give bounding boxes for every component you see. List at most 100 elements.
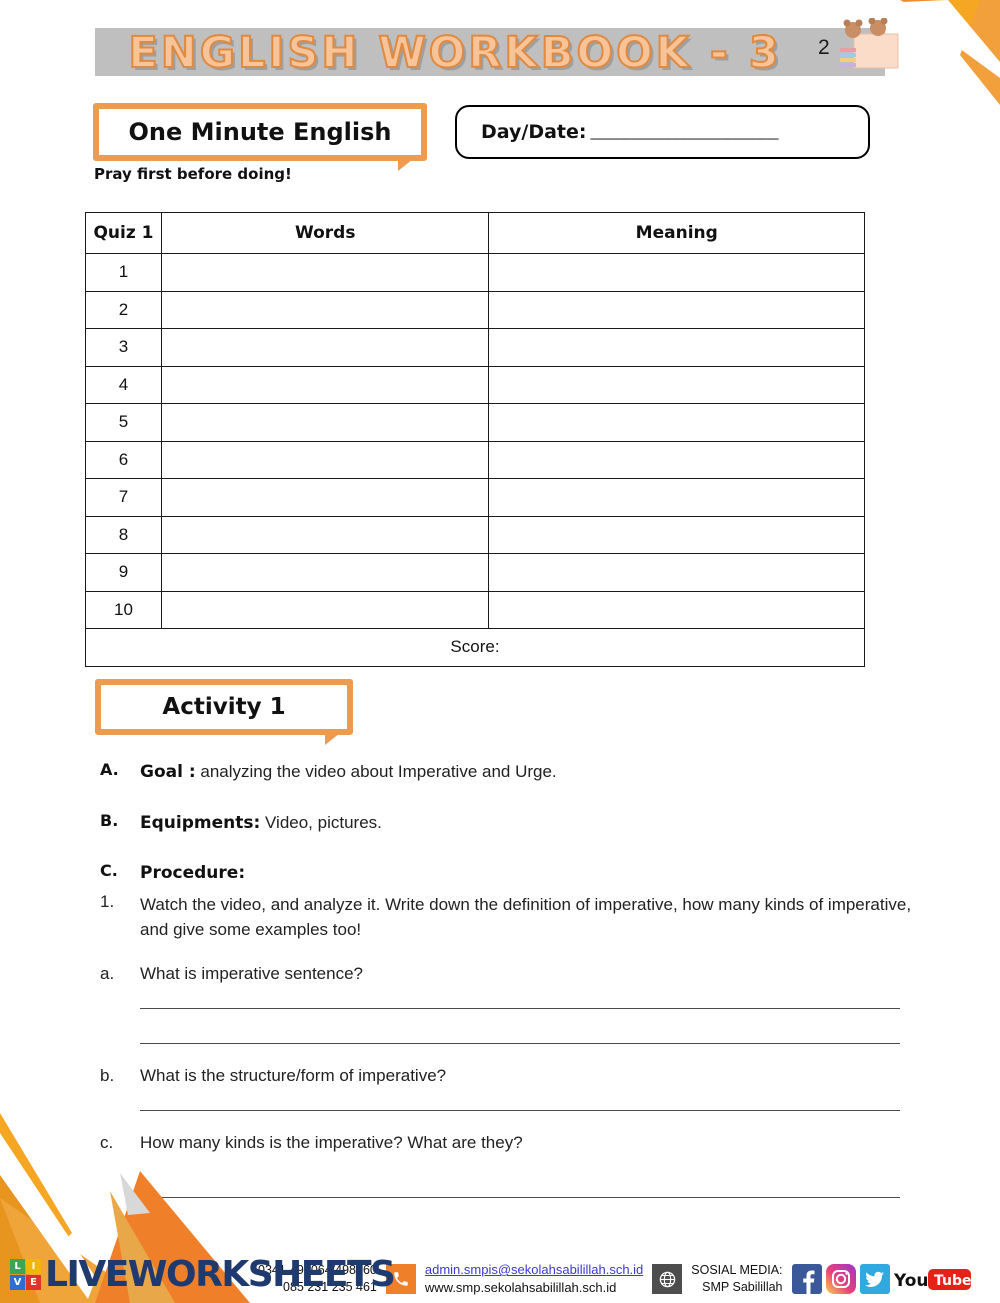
cell-meaning[interactable] (488, 365, 865, 404)
equipments-title: Equipments: (140, 812, 261, 833)
cell-meaning[interactable] (488, 403, 865, 442)
liveworksheets-logo: L I V E (10, 1259, 41, 1290)
page-title: ENGLISH WORKBOOK - 3 (127, 27, 782, 79)
row-number: 5 (85, 403, 162, 442)
answer-line-a2[interactable] (140, 1043, 900, 1045)
question-c-marker: c. (100, 1133, 114, 1153)
question-a-row: a. What is imperative sentence? (100, 964, 920, 984)
question-c-row: c. How many kinds is the imperative? Wha… (100, 1133, 920, 1153)
question-b-text: What is the structure/form of imperative… (140, 1066, 447, 1086)
score-label: Score: (85, 628, 865, 667)
question-c-text: How many kinds is the imperative? What a… (140, 1133, 523, 1153)
table-row: 4 (85, 365, 865, 404)
procedure-title: Procedure: (140, 863, 246, 884)
activity-procedure-row: C. Procedure: (100, 861, 920, 886)
activity-goal-row: A. Goal : analyzing the video about Impe… (100, 760, 920, 785)
activity-content: A. Goal : analyzing the video about Impe… (100, 760, 920, 1199)
liveworksheets-watermark: L I V E LIVEWORKSHEETS (10, 1254, 396, 1295)
one-minute-english-box: One Minute English (93, 103, 427, 161)
goal-text: analyzing the video about Imperative and… (195, 762, 557, 781)
contact-lines: admin.smpis@sekolahsabilillah.sch.id www… (425, 1261, 643, 1297)
instagram-icon[interactable] (825, 1264, 856, 1295)
bubble-tail-one-minute (398, 155, 418, 171)
answer-line-b1[interactable] (140, 1110, 900, 1112)
row-number: 6 (85, 440, 162, 479)
cell-words[interactable] (160, 440, 490, 479)
table-row: 9 (85, 553, 865, 592)
column-header-meaning: Meaning (488, 212, 865, 254)
procedure-item-1-marker: 1. (100, 891, 115, 911)
table-row: 6 (85, 440, 865, 479)
cell-meaning[interactable] (488, 515, 865, 554)
procedure-marker: C. (100, 861, 118, 881)
procedure-item-1-text: Watch the video, and analyze it. Write d… (140, 894, 912, 940)
row-number: 9 (85, 553, 162, 592)
table-header-row: Quiz 1 Words Meaning (85, 212, 865, 254)
cell-words[interactable] (160, 590, 490, 629)
lws-cell-i: I (26, 1259, 41, 1274)
cell-words[interactable] (160, 253, 490, 292)
footer: 0341-495064/498560 085 231 235 461 admin… (0, 1225, 1000, 1303)
day-date-field[interactable]: Day/Date: ______________________ (455, 105, 870, 159)
lws-cell-l: L (10, 1259, 25, 1274)
cell-words[interactable] (160, 328, 490, 367)
row-number: 8 (85, 515, 162, 554)
contact-website[interactable]: www.smp.sekolahsabilillah.sch.id (425, 1279, 643, 1297)
cell-meaning[interactable] (488, 440, 865, 479)
contact-email[interactable]: admin.smpis@sekolahsabilillah.sch.id (425, 1261, 643, 1279)
lws-cell-v: V (10, 1275, 25, 1290)
row-number: 4 (85, 365, 162, 404)
cell-meaning[interactable] (488, 253, 865, 292)
social-media-title: SOSIAL MEDIA: (691, 1263, 783, 1278)
question-c-block: c. How many kinds is the imperative? Wha… (100, 1133, 920, 1199)
table-row: 2 (85, 290, 865, 329)
question-a-marker: a. (100, 964, 115, 984)
activity-1-label: Activity 1 (162, 694, 286, 720)
cell-words[interactable] (160, 515, 490, 554)
quiz-table: Quiz 1 Words Meaning 1 2 3 4 5 6 7 8 9 10 Score: (85, 212, 865, 667)
table-row: 7 (85, 478, 865, 517)
one-minute-english-label: One Minute English (128, 118, 392, 146)
question-a-text: What is imperative sentence? (140, 964, 363, 984)
goal-marker: A. (100, 760, 119, 779)
column-header-quiz: Quiz 1 (85, 212, 162, 254)
row-number: 2 (85, 290, 162, 329)
cell-meaning[interactable] (488, 553, 865, 592)
teddy-bear-books-icon (840, 18, 899, 69)
day-date-blank: ______________________ (590, 121, 779, 142)
twitter-icon[interactable] (859, 1264, 890, 1295)
answer-line-c1[interactable] (140, 1197, 900, 1199)
equipments-text: Video, pictures. (260, 812, 382, 832)
social-icons: You Tube (791, 1264, 972, 1295)
procedure-item-1: 1. Watch the video, and analyze it. Writ… (100, 892, 920, 942)
lws-cell-e: E (26, 1275, 41, 1290)
activity-equipments-row: B. Equipments: Video, pictures. (100, 811, 920, 836)
cell-words[interactable] (160, 365, 490, 404)
cell-meaning[interactable] (488, 290, 865, 329)
cell-words[interactable] (160, 478, 490, 517)
cell-meaning[interactable] (488, 590, 865, 629)
social-media-label: SOSIAL MEDIA: SMP Sabilillah (691, 1262, 782, 1296)
pray-note: Pray first before doing! (94, 165, 292, 183)
cell-meaning[interactable] (488, 478, 865, 517)
cell-words[interactable] (160, 403, 490, 442)
goal-body: Goal : analyzing the video about Imperat… (140, 760, 920, 785)
row-number: 7 (85, 478, 162, 517)
table-score-row: Score: (85, 628, 865, 667)
cell-words[interactable] (160, 290, 490, 329)
row-number: 10 (85, 590, 162, 629)
row-number: 3 (85, 328, 162, 367)
svg-text:Tube: Tube (934, 1273, 972, 1289)
question-a-block: a. What is imperative sentence? (100, 964, 920, 1045)
facebook-icon[interactable] (791, 1264, 822, 1295)
table-row: 10 (85, 590, 865, 629)
bubble-tail-activity (325, 729, 345, 745)
table-row: 3 (85, 328, 865, 367)
table-row: 1 (85, 253, 865, 292)
cell-words[interactable] (160, 553, 490, 592)
cell-meaning[interactable] (488, 328, 865, 367)
youtube-icon[interactable]: You Tube (894, 1264, 972, 1294)
svg-text:You: You (894, 1271, 929, 1291)
activity-1-box: Activity 1 (95, 679, 353, 735)
goal-title: Goal : (140, 762, 196, 782)
